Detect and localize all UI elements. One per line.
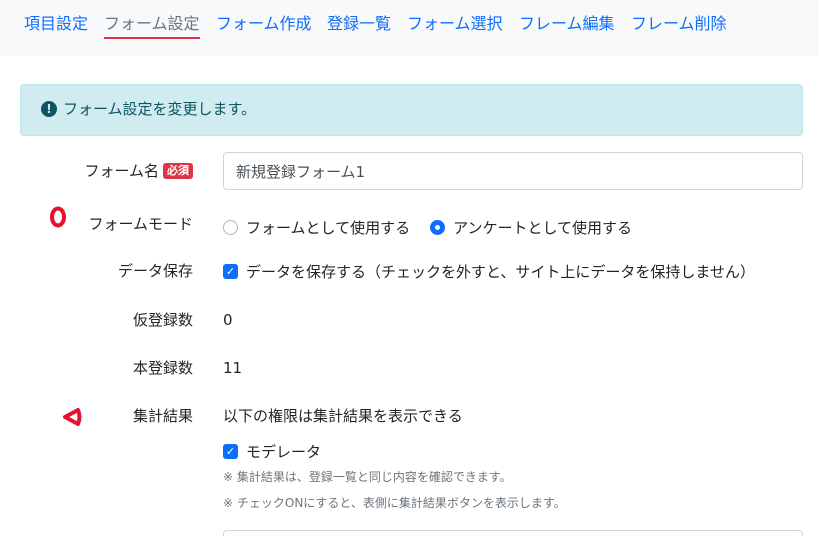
radio-circle-checked[interactable] [430,219,446,235]
tab-item-settings[interactable]: 項目設定 [24,14,88,34]
radio-label: アンケートとして使用する [453,218,633,237]
moderator-checkbox-label: モデレータ [246,443,322,461]
data-save-label: データ保存 [117,262,193,280]
exclamation-circle-icon: ! [41,101,57,117]
tab-frame-delete[interactable]: フレーム削除 [631,14,727,34]
red-annotation-marker-2 [63,408,82,426]
aggregate-note-1: ※ 集計結果は、登録一覧と同じ内容を確認できます。 [223,470,512,484]
tab-frame-edit[interactable]: フレーム編集 [519,14,615,34]
radio-label: フォームとして使用する [246,218,411,237]
main-count-label: 本登録数 [132,359,193,377]
main-count-value: 11 [223,359,243,377]
checkbox-checked-icon[interactable]: ✓ [223,264,238,279]
required-badge: 必須 [163,163,193,179]
next-field-input[interactable] [223,530,803,536]
form-name-label-text: フォーム名 [84,162,159,180]
data-save-checkbox[interactable]: ✓ データを保存する（チェックを外すと、サイト上にデータを保持しません） [223,261,755,282]
tab-form-select[interactable]: フォーム選択 [407,14,503,34]
top-nav: 項目設定 フォーム設定 フォーム作成 登録一覧 フォーム選択 フレーム編集 フレ… [0,0,819,56]
radio-circle[interactable] [223,219,238,235]
tab-registration-list[interactable]: 登録一覧 [327,14,391,34]
aggregate-description: 以下の権限は集計結果を表示できる [223,407,463,425]
form-mode-label: フォームモード [88,215,193,233]
moderator-checkbox[interactable]: ✓ モデレータ [223,441,321,462]
alert-message: フォーム設定を変更します。 [63,100,257,118]
temp-count-label: 仮登録数 [132,311,193,329]
radio-use-as-survey[interactable]: アンケートとして使用する [430,217,632,238]
tab-form-create[interactable]: フォーム作成 [216,14,312,34]
form-name-input[interactable] [223,152,803,190]
red-annotation-marker-1 [50,206,66,228]
data-save-checkbox-label: データを保存する（チェックを外すと、サイト上にデータを保持しません） [246,263,755,281]
temp-count-value: 0 [223,311,233,329]
checkbox-checked-icon[interactable]: ✓ [223,444,238,459]
aggregate-note-2: ※ チェックONにすると、表側に集計結果ボタンを表示します。 [223,496,566,510]
info-alert: ! フォーム設定を変更します。 [20,84,803,136]
form-name-label: フォーム名 必須 [84,161,193,181]
tab-form-settings[interactable]: フォーム設定 [104,14,200,39]
aggregate-label: 集計結果 [132,407,193,425]
form-mode-radio-group: フォームとして使用する アンケートとして使用する [223,216,652,238]
radio-use-as-form[interactable]: フォームとして使用する [223,217,410,238]
